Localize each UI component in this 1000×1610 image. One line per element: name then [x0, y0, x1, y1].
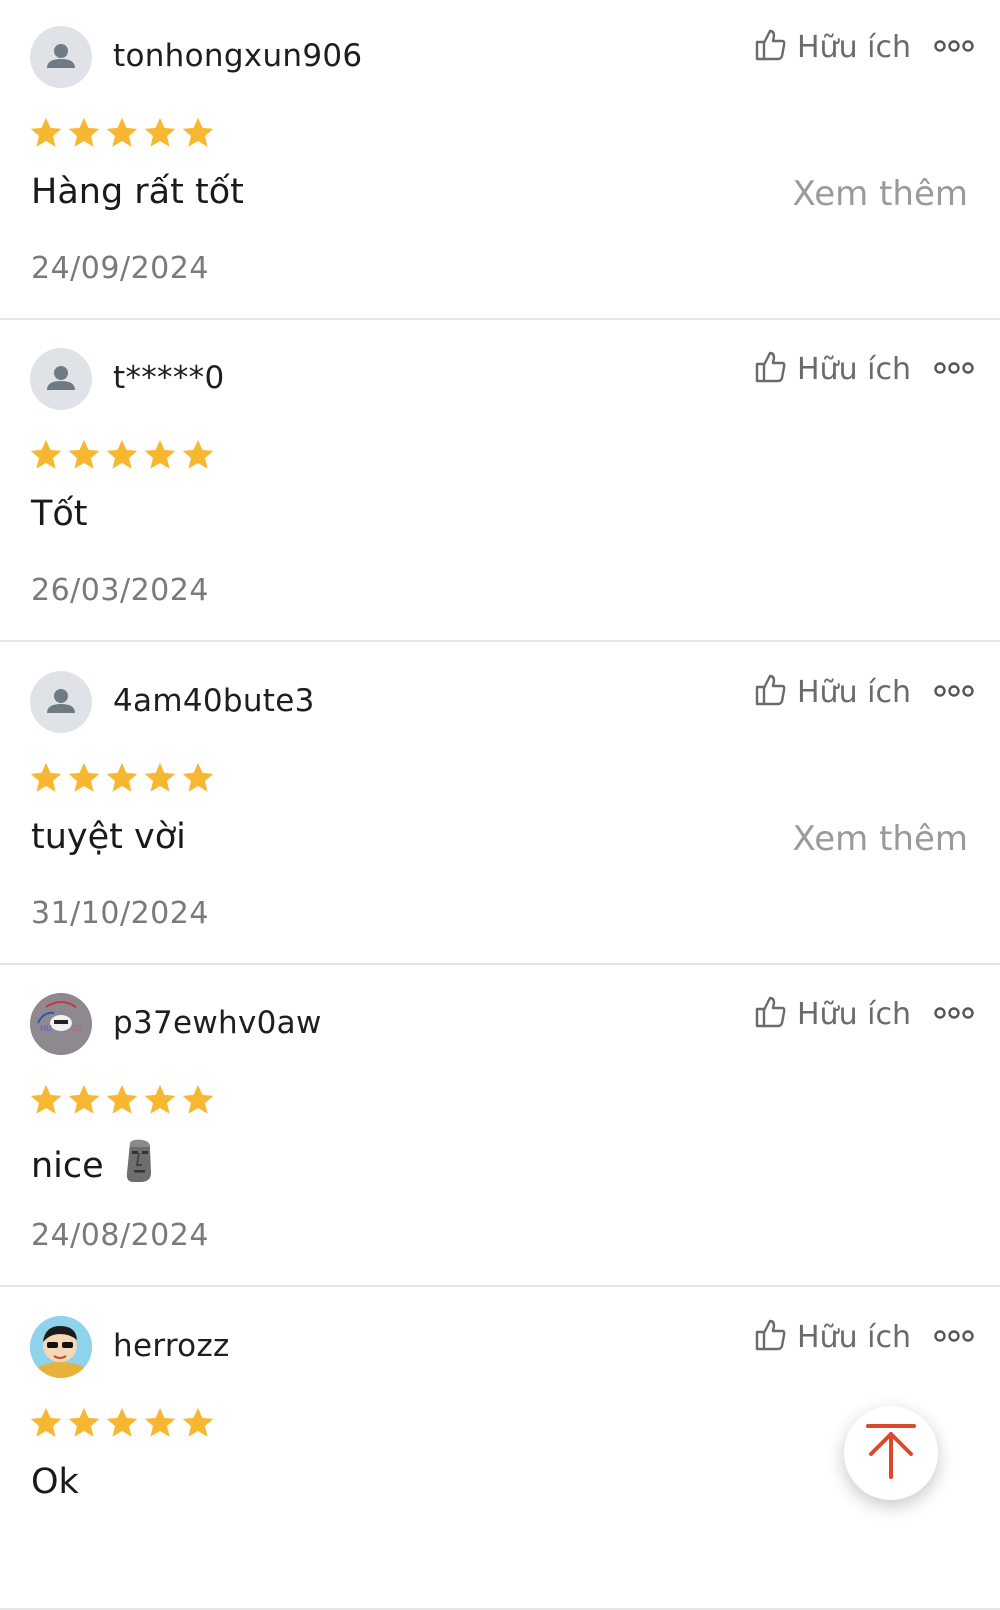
review-comment-text: Tốt	[31, 494, 88, 534]
thumbs-up-icon	[755, 673, 787, 712]
helpful-button[interactable]: Hữu ích	[755, 673, 911, 712]
reviewer-username[interactable]: p37ewhv0aw	[113, 1005, 322, 1041]
star-icon	[104, 1405, 140, 1441]
review-comment-text: tuyệt vời	[31, 817, 186, 857]
star-icon	[142, 760, 178, 796]
star-icon	[142, 115, 178, 151]
more-options-icon[interactable]	[932, 1001, 976, 1025]
star-icon	[142, 1082, 178, 1118]
review-comment: Ok	[31, 1462, 79, 1502]
cartoon-avatar-image[interactable]	[30, 1316, 92, 1378]
reviewer-username[interactable]: herrozz	[113, 1328, 230, 1364]
default-user-icon[interactable]	[30, 348, 92, 410]
review-comment: Tốt	[31, 494, 88, 534]
review-comment: nice	[31, 1139, 156, 1192]
star-icon	[28, 1405, 64, 1441]
review-comment: Hàng rất tốt	[31, 172, 244, 212]
arrow-up-to-top-icon	[864, 1422, 918, 1485]
thumbs-up-icon	[755, 350, 787, 389]
review-date: 24/09/2024	[31, 251, 209, 286]
helpful-label: Hữu ích	[797, 352, 911, 387]
helpful-button[interactable]: Hữu ích	[755, 350, 911, 389]
star-rating	[28, 760, 216, 796]
more-options-icon[interactable]	[932, 1324, 976, 1348]
review-comment-text: nice	[31, 1145, 104, 1186]
review-item: tonhongxun906 Hữu ích Hàng rất tốt Xem t…	[0, 0, 1000, 320]
star-icon	[180, 1405, 216, 1441]
review-date: 24/08/2024	[31, 1218, 209, 1253]
star-icon	[142, 437, 178, 473]
more-options-icon[interactable]	[932, 356, 976, 380]
default-user-icon[interactable]	[30, 671, 92, 733]
star-rating	[28, 1405, 216, 1441]
review-comment: tuyệt vời	[31, 817, 186, 857]
star-icon	[66, 1405, 102, 1441]
review-date: 26/03/2024	[31, 573, 209, 608]
helpful-label: Hữu ích	[797, 1320, 911, 1355]
review-date: 31/10/2024	[31, 896, 209, 931]
star-icon	[28, 437, 64, 473]
more-options-icon[interactable]	[932, 34, 976, 58]
star-icon	[28, 1082, 64, 1118]
thumbs-up-icon	[755, 28, 787, 67]
see-more-link[interactable]: Xem thêm	[792, 819, 968, 859]
helpful-button[interactable]: Hữu ích	[755, 1318, 911, 1357]
svg-text:LO: LO	[72, 1024, 82, 1033]
reviewer-username[interactable]: t*****0	[113, 360, 224, 396]
star-icon	[66, 760, 102, 796]
star-rating	[28, 115, 216, 151]
star-rating	[28, 1082, 216, 1118]
star-icon	[28, 115, 64, 151]
review-comment-text: Hàng rất tốt	[31, 172, 244, 212]
star-icon	[180, 760, 216, 796]
helpful-label: Hữu ích	[797, 997, 911, 1032]
star-icon	[66, 115, 102, 151]
star-icon	[104, 437, 140, 473]
star-icon	[142, 1405, 178, 1441]
star-icon	[104, 760, 140, 796]
star-icon	[180, 115, 216, 151]
see-more-link[interactable]: Xem thêm	[792, 174, 968, 214]
thumbs-up-icon	[755, 1318, 787, 1357]
helpful-label: Hữu ích	[797, 675, 911, 710]
review-item: 4am40bute3 Hữu ích tuyệt vời Xem thêm 31…	[0, 645, 1000, 965]
star-icon	[104, 115, 140, 151]
star-icon	[66, 437, 102, 473]
reviewer-username[interactable]: 4am40bute3	[113, 683, 315, 719]
svg-text:HU: HU	[40, 1024, 52, 1033]
review-item: HU LO p37ewhv0aw Hữu ích nice 24/08/2024	[0, 967, 1000, 1287]
custom-avatar-image[interactable]: HU LO	[30, 993, 92, 1055]
reviewer-username[interactable]: tonhongxun906	[113, 38, 362, 74]
more-options-icon[interactable]	[932, 679, 976, 703]
moai-emoji	[122, 1139, 156, 1192]
star-icon	[180, 437, 216, 473]
helpful-button[interactable]: Hữu ích	[755, 28, 911, 67]
review-item: t*****0 Hữu ích Tốt 26/03/2024	[0, 322, 1000, 642]
helpful-button[interactable]: Hữu ích	[755, 995, 911, 1034]
star-icon	[66, 1082, 102, 1118]
review-comment-text: Ok	[31, 1462, 79, 1502]
helpful-label: Hữu ích	[797, 30, 911, 65]
star-icon	[180, 1082, 216, 1118]
star-icon	[28, 760, 64, 796]
star-icon	[104, 1082, 140, 1118]
scroll-to-top-button[interactable]	[844, 1406, 938, 1500]
star-rating	[28, 437, 216, 473]
default-user-icon[interactable]	[30, 26, 92, 88]
thumbs-up-icon	[755, 995, 787, 1034]
